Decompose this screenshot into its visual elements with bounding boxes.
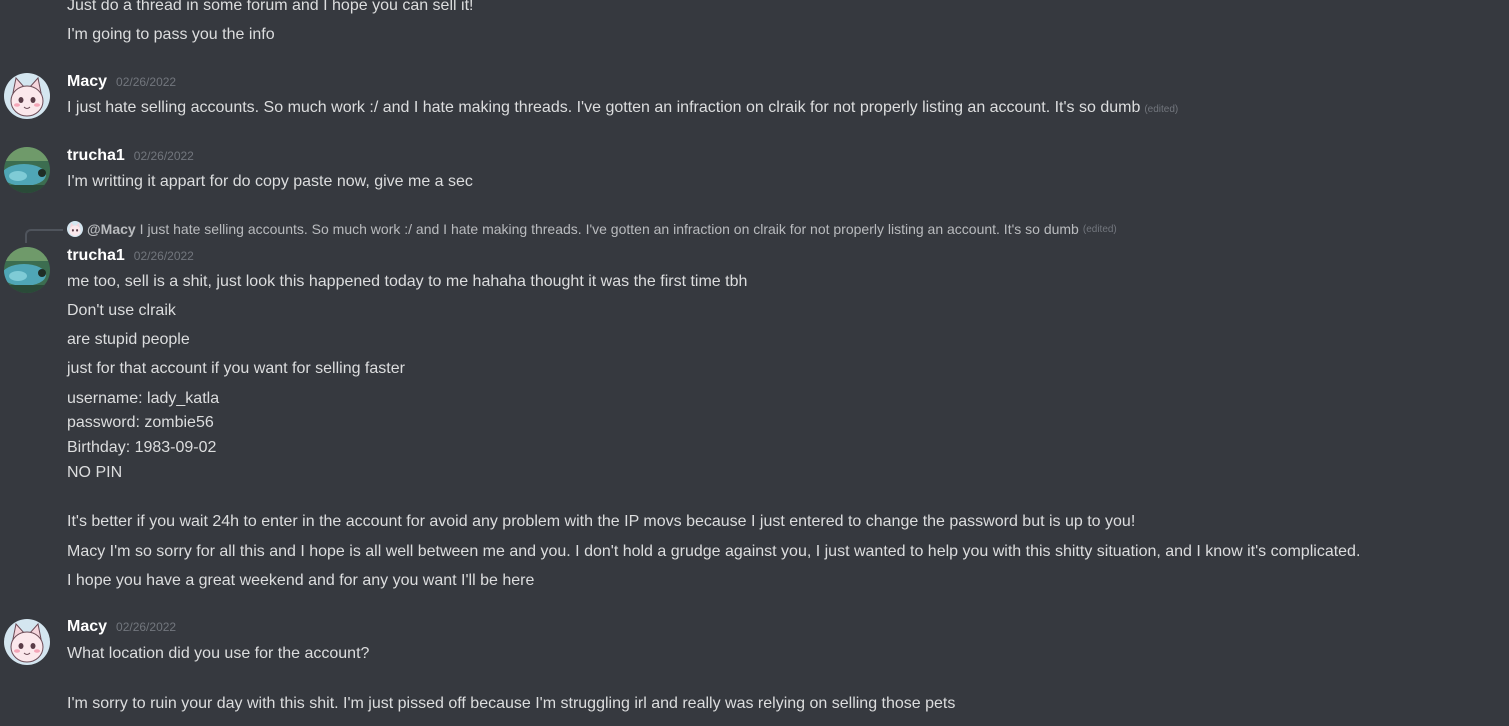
reply-preview[interactable]: @Macy I just hate selling accounts. So m… xyxy=(67,219,1117,239)
message-text: Just do a thread in some forum and I hop… xyxy=(67,0,474,14)
chat-message-list: Just do a thread in some forum and I hop… xyxy=(0,0,1509,726)
reply-text: I just hate selling accounts. So much wo… xyxy=(139,221,1079,237)
message-text: I'm writting it appart for do copy paste… xyxy=(67,173,473,190)
message-text: What location did you use for the accoun… xyxy=(67,645,370,662)
message-text: NO PIN xyxy=(67,464,123,481)
message-header: Macy 02/26/2022 xyxy=(67,73,176,95)
cat-avatar-icon xyxy=(67,221,83,237)
message-text: username: lady_katla xyxy=(67,390,220,407)
timestamp: 02/26/2022 xyxy=(133,149,194,163)
message-text: me too, sell is a shit, just look this h… xyxy=(67,273,748,290)
reply-connector xyxy=(25,229,63,243)
message-text: It's better if you wait 24h to enter in … xyxy=(67,513,1136,530)
message-text: I'm going to pass you the info xyxy=(67,26,275,43)
landscape-avatar-icon[interactable] xyxy=(4,247,50,293)
username[interactable]: trucha1 xyxy=(67,247,125,265)
reply-mention[interactable]: @Macy xyxy=(87,221,136,237)
message-text: are stupid people xyxy=(67,331,190,348)
landscape-avatar-icon[interactable] xyxy=(4,147,50,193)
message-text: I'm sorry to ruin your day with this shi… xyxy=(67,695,956,712)
username[interactable]: trucha1 xyxy=(67,147,125,165)
timestamp: 02/26/2022 xyxy=(116,75,177,89)
message-text: Birthday: 1983-09-02 xyxy=(67,439,217,456)
message-text: password: zombie56 xyxy=(67,414,214,431)
message-header: Macy 02/26/2022 xyxy=(67,618,176,640)
message-content: I just hate selling accounts. So much wo… xyxy=(67,99,1141,116)
edited-tag: (edited) xyxy=(1082,223,1117,235)
cat-avatar-icon[interactable] xyxy=(4,73,50,119)
username[interactable]: Macy xyxy=(67,73,107,91)
message-header: trucha1 02/26/2022 xyxy=(67,247,194,269)
message-text: Don't use clraik xyxy=(67,302,176,319)
cat-avatar-icon[interactable] xyxy=(4,619,50,665)
timestamp: 02/26/2022 xyxy=(133,249,194,263)
message-text: I hope you have a great weekend and for … xyxy=(67,572,535,589)
message-text: Macy I'm so sorry for all this and I hop… xyxy=(67,543,1361,560)
edited-tag: (edited) xyxy=(1144,104,1179,115)
timestamp: 02/26/2022 xyxy=(116,620,177,634)
message-header: trucha1 02/26/2022 xyxy=(67,147,194,169)
message-text: I just hate selling accounts. So much wo… xyxy=(67,98,1178,120)
message-text: just for that account if you want for se… xyxy=(67,360,405,377)
username[interactable]: Macy xyxy=(67,618,107,636)
